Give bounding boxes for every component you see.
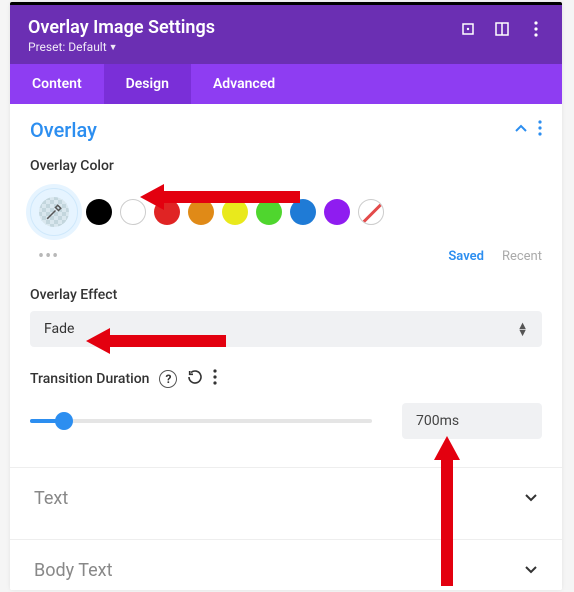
saved-tab[interactable]: Saved xyxy=(448,249,484,264)
section-body-text-title: Body Text xyxy=(34,560,113,581)
preset-selector[interactable]: Preset: Default ▼ xyxy=(28,40,215,54)
overlay-effect-select[interactable]: Fade ▲▼ xyxy=(30,311,542,347)
chevron-down-icon xyxy=(524,561,538,580)
overlay-effect-value: Fade xyxy=(44,321,74,337)
settings-header: Overlay Image Settings Preset: Default ▼ xyxy=(10,5,562,64)
swatch-yellow[interactable] xyxy=(222,199,248,225)
color-picker-button[interactable] xyxy=(30,188,78,236)
recent-tab[interactable]: Recent xyxy=(502,249,542,264)
tab-bar: Content Design Advanced xyxy=(10,64,562,104)
transition-duration-label: Transition Duration xyxy=(30,371,149,387)
swatch-black[interactable] xyxy=(86,199,112,225)
color-swatch-row xyxy=(10,174,562,240)
transition-duration-slider[interactable] xyxy=(30,419,372,423)
transition-duration-input[interactable]: 700ms xyxy=(402,403,542,439)
overlay-color-label: Overlay Color xyxy=(30,158,542,174)
swatch-red[interactable] xyxy=(154,199,180,225)
expand-icon[interactable] xyxy=(460,21,476,37)
section-text-title: Text xyxy=(34,488,68,509)
section-body-text[interactable]: Body Text xyxy=(10,540,562,590)
overlay-effect-label: Overlay Effect xyxy=(30,287,542,303)
swatch-purple[interactable] xyxy=(324,199,350,225)
eyedropper-icon xyxy=(45,203,63,221)
reset-icon[interactable] xyxy=(187,369,203,389)
select-updown-icon: ▲▼ xyxy=(517,323,528,336)
preset-label: Preset: Default xyxy=(28,40,107,54)
help-icon[interactable]: ? xyxy=(159,370,177,388)
section-text[interactable]: Text xyxy=(10,468,562,529)
chevron-down-icon xyxy=(524,489,538,508)
swatch-none[interactable] xyxy=(358,199,384,225)
swatch-orange[interactable] xyxy=(188,199,214,225)
columns-icon[interactable] xyxy=(494,21,510,37)
slider-thumb[interactable] xyxy=(55,412,73,430)
swatch-white[interactable] xyxy=(120,199,146,225)
caret-down-icon: ▼ xyxy=(109,42,118,53)
tab-design[interactable]: Design xyxy=(104,64,191,104)
tab-content[interactable]: Content xyxy=(10,64,104,104)
section-more-icon[interactable] xyxy=(538,120,542,140)
section-overlay-title[interactable]: Overlay xyxy=(30,118,97,142)
swatch-more-icon[interactable]: ••• xyxy=(38,246,59,267)
duration-more-icon[interactable] xyxy=(213,369,217,389)
tab-advanced[interactable]: Advanced xyxy=(191,64,297,104)
panel-title: Overlay Image Settings xyxy=(28,17,215,38)
swatch-green[interactable] xyxy=(256,199,282,225)
more-icon[interactable] xyxy=(528,21,544,37)
swatch-blue[interactable] xyxy=(290,199,316,225)
collapse-icon[interactable] xyxy=(514,121,528,140)
